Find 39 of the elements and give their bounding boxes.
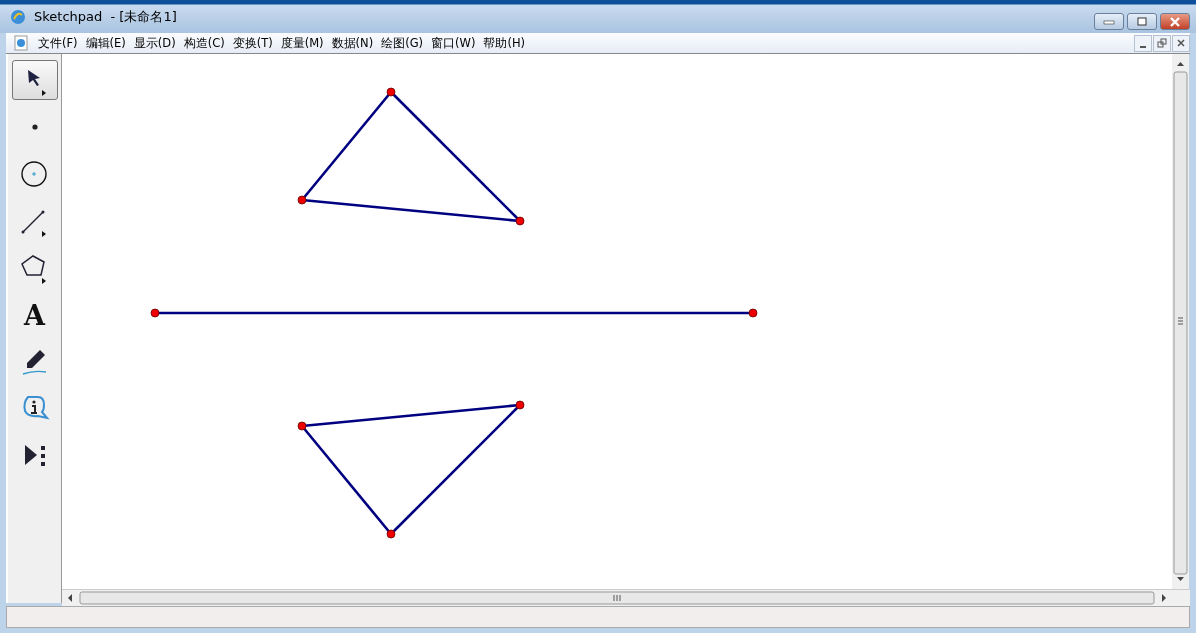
menu-item[interactable]: 绘图(G): [377, 35, 428, 51]
minimize-icon: [1140, 46, 1146, 48]
maximize-icon: [1135, 16, 1149, 27]
point: [297, 421, 307, 431]
menu-item[interactable]: 文件(F): [34, 35, 82, 51]
point: [748, 308, 758, 318]
point: [150, 308, 160, 318]
circle-tool-icon: [19, 158, 50, 190]
point: [386, 87, 396, 97]
close-icon: [1168, 16, 1182, 27]
menu-item[interactable]: 度量(M): [276, 35, 328, 51]
close-button[interactable]: [1160, 13, 1190, 30]
menu-item[interactable]: 数据(N): [327, 35, 378, 51]
window-title: Sketchpad - [未命名1]: [34, 7, 178, 26]
point: [515, 400, 525, 410]
tool-button[interactable]: A: [11, 295, 58, 335]
restore-button[interactable]: [1153, 34, 1171, 52]
tool-button[interactable]: [11, 60, 58, 100]
menu-item[interactable]: 窗口(W): [427, 35, 480, 51]
close-button[interactable]: [1172, 34, 1190, 52]
point: [297, 195, 307, 205]
horizontal-scrollbar[interactable]: [62, 589, 1190, 606]
point: [386, 529, 396, 539]
menu-item[interactable]: 构造(C): [179, 35, 229, 51]
point: [515, 216, 525, 226]
minimize-icon: [1102, 17, 1116, 26]
minimize-button[interactable]: [1134, 34, 1152, 52]
menu-item[interactable]: 显示(D): [129, 35, 180, 51]
menu-item[interactable]: 编辑(E): [81, 35, 130, 51]
minimize-button[interactable]: [1094, 13, 1124, 30]
maximize-button[interactable]: [1127, 13, 1157, 30]
menu-item[interactable]: 帮助(H): [479, 35, 530, 51]
app-icon: [10, 8, 26, 25]
vertical-scrollbar[interactable]: [1172, 54, 1189, 589]
document-icon[interactable]: [14, 35, 28, 51]
restore-icon: [1157, 38, 1167, 48]
menu-item[interactable]: 变换(T): [228, 35, 277, 51]
point-tool-icon: [31, 124, 38, 130]
close-icon: [1176, 38, 1186, 48]
